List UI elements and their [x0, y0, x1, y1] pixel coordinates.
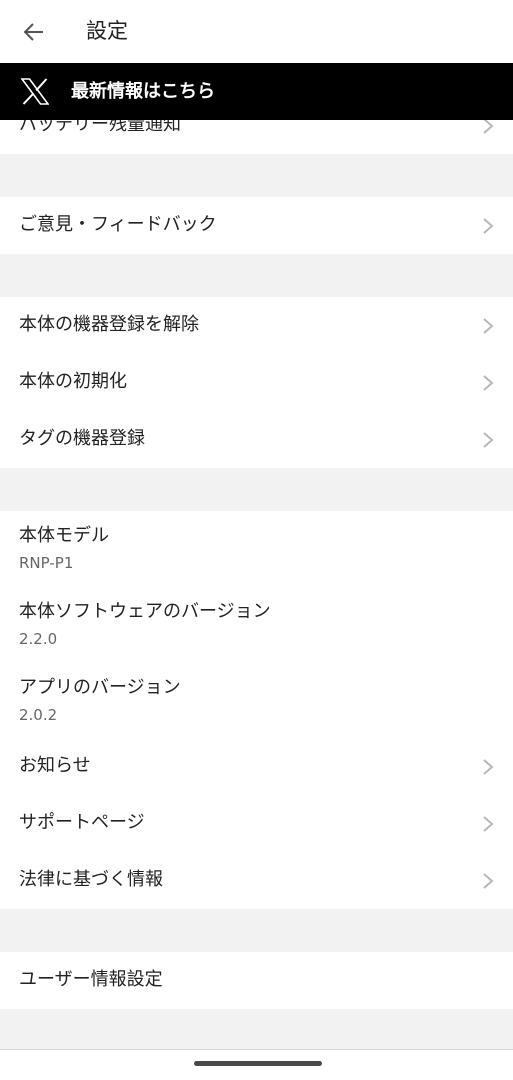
legal-info-label: 法律に基づく情報: [19, 869, 163, 890]
chevron-right-icon: [483, 432, 494, 448]
app-version-value: 2.0.2: [19, 706, 58, 724]
factory-reset-row[interactable]: 本体の初期化: [0, 354, 513, 411]
news-row[interactable]: お知らせ: [0, 738, 513, 795]
support-page-label: サポートページ: [19, 812, 145, 833]
chevron-right-icon: [483, 318, 494, 334]
software-version-value: 2.2.0: [19, 630, 58, 648]
x-logo-icon: [21, 78, 49, 105]
user-section: ユーザー情報設定: [0, 952, 513, 1009]
info-section: 本体モデル RNP-P1 本体ソフトウェアのバージョン 2.2.0 アプリのバー…: [0, 511, 513, 909]
app-version-label: アプリのバージョン: [19, 677, 181, 698]
user-settings-row[interactable]: ユーザー情報設定: [0, 952, 513, 1009]
tag-register-row[interactable]: タグの機器登録: [0, 411, 513, 468]
chevron-right-icon: [483, 218, 494, 234]
feedback-section: ご意見・フィードバック: [0, 197, 513, 254]
device-section: 本体の機器登録を解除 本体の初期化 タグの機器登録: [0, 297, 513, 468]
device-model-value: RNP-P1: [19, 554, 74, 572]
support-page-row[interactable]: サポートページ: [0, 795, 513, 852]
device-model-row: 本体モデル RNP-P1: [0, 511, 513, 587]
user-settings-label: ユーザー情報設定: [19, 969, 163, 990]
factory-reset-label: 本体の初期化: [19, 371, 127, 392]
page-title: 設定: [86, 19, 128, 43]
feedback-row[interactable]: ご意見・フィードバック: [0, 197, 513, 254]
chevron-right-icon: [483, 375, 494, 391]
chevron-right-icon: [483, 816, 494, 832]
software-version-label: 本体ソフトウェアのバージョン: [19, 601, 271, 622]
unregister-device-label: 本体の機器登録を解除: [19, 314, 199, 335]
chevron-right-icon: [483, 759, 494, 775]
settings-screen: バッテリー残量通知 ご意見・フィードバック 本体の機器登録を解除 本体の初期化 …: [0, 0, 513, 1080]
system-nav-bar: [0, 1049, 513, 1080]
device-model-label: 本体モデル: [19, 525, 109, 546]
chevron-right-icon: [483, 873, 494, 889]
home-indicator[interactable]: [194, 1061, 322, 1066]
news-label: お知らせ: [19, 755, 91, 776]
unregister-device-row[interactable]: 本体の機器登録を解除: [0, 297, 513, 354]
app-version-row: アプリのバージョン 2.0.2: [0, 663, 513, 739]
tag-register-label: タグの機器登録: [19, 428, 145, 449]
x-banner-label: 最新情報はこちら: [71, 81, 215, 102]
app-header: 設定: [0, 0, 513, 63]
back-button[interactable]: [18, 16, 50, 48]
feedback-label: ご意見・フィードバック: [19, 214, 217, 235]
arrow-left-icon: [23, 23, 43, 41]
x-news-banner[interactable]: 最新情報はこちら: [0, 63, 513, 120]
legal-info-row[interactable]: 法律に基づく情報: [0, 852, 513, 909]
software-version-row: 本体ソフトウェアのバージョン 2.2.0: [0, 587, 513, 663]
